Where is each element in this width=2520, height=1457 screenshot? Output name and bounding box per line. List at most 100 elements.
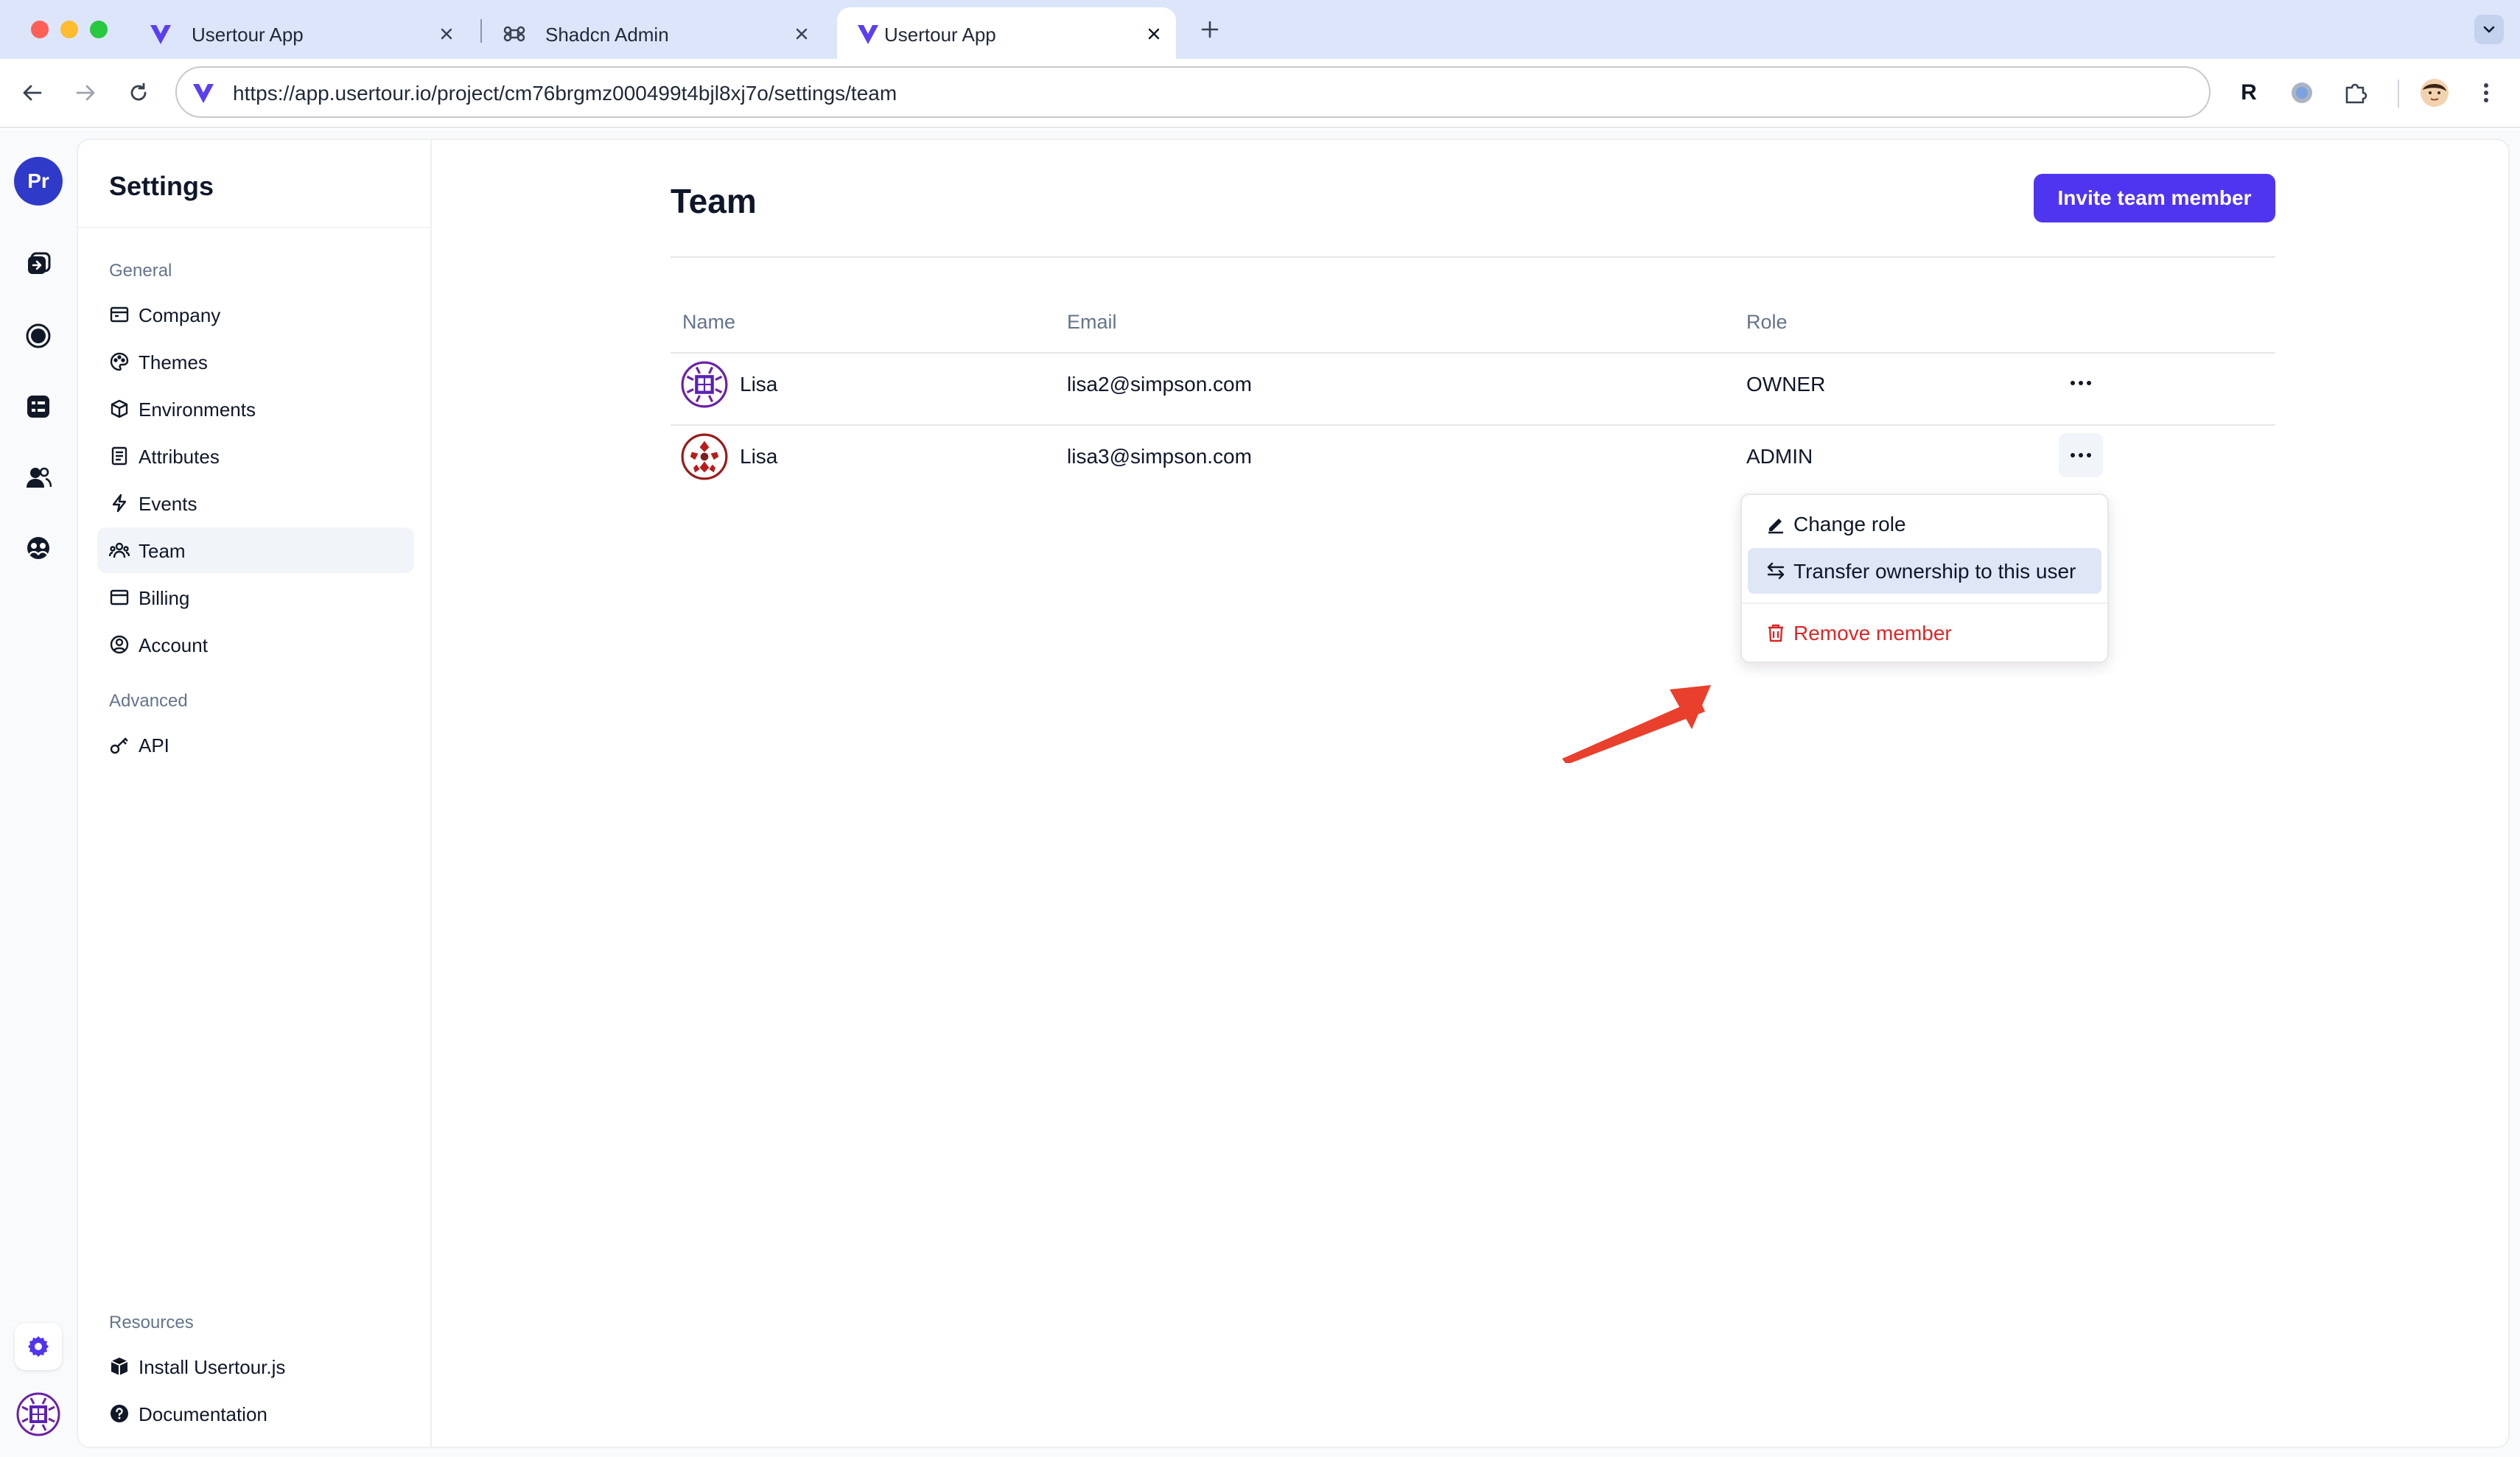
sidebar-item-themes[interactable]: Themes [97, 339, 414, 385]
key-icon [109, 734, 130, 755]
sidebar-item-billing[interactable]: Billing [97, 575, 414, 620]
extension-circle-icon[interactable] [2284, 75, 2320, 110]
settings-title: Settings [109, 171, 214, 201]
address-bar[interactable]: https://app.usertour.io/project/cm76brgm… [175, 66, 2211, 118]
usertour-logo-icon [855, 21, 881, 47]
member-actions-menu: Change role Transfer ownership to this u… [1740, 494, 2109, 663]
card-icon [109, 587, 130, 608]
trash-icon [1765, 622, 1786, 643]
sidebar-item-api[interactable]: API [97, 722, 414, 768]
company-icon [109, 304, 130, 325]
package-icon [109, 1356, 130, 1377]
help-icon [109, 1403, 130, 1424]
sidebar-item-environments[interactable]: Environments [97, 386, 414, 432]
tab-title: Usertour App [192, 24, 304, 46]
column-header-role[interactable]: Role [1746, 311, 1788, 334]
zoom-window-button[interactable] [90, 21, 108, 38]
sidebar-item-label: Attributes [139, 446, 220, 468]
divider [78, 227, 430, 228]
settings-icon[interactable] [15, 1323, 62, 1370]
member-avatar [681, 433, 728, 480]
sidebar-item-install[interactable]: Install Usertour.js [97, 1344, 414, 1389]
close-window-button[interactable] [31, 21, 49, 38]
companies-icon[interactable] [22, 532, 55, 564]
extension-r-label: R [2241, 80, 2257, 105]
pencil-icon [1765, 513, 1786, 534]
flows-icon[interactable] [22, 249, 55, 281]
browser-tab-2[interactable]: Shadcn Admin [483, 7, 822, 59]
app-container: Pr Settings General Company Themes Envir… [0, 130, 2520, 1457]
project-avatar[interactable]: Pr [14, 157, 63, 206]
users-icon[interactable] [22, 461, 55, 494]
browser-tab-1[interactable]: Usertour App [130, 7, 469, 59]
menu-item-label: Change role [1793, 513, 1906, 536]
tab-bar: Usertour App Shadcn Admin Usertour App [0, 0, 2520, 59]
list-icon [109, 446, 130, 466]
profile-avatar-icon[interactable] [2417, 75, 2452, 110]
browser-tab-3-active[interactable]: Usertour App [837, 7, 1176, 59]
minimize-window-button[interactable] [60, 21, 78, 38]
usertour-logo-icon [147, 21, 174, 47]
more-options-icon[interactable] [2059, 433, 2103, 477]
browser-menu-icon[interactable] [2468, 75, 2504, 110]
close-tab-icon[interactable] [1139, 19, 1169, 49]
page-title: Team [671, 182, 757, 220]
sidebar-item-label: Themes [139, 351, 208, 373]
member-avatar [681, 361, 728, 408]
sidebar-item-label: Team [139, 540, 186, 562]
box-icon [109, 399, 130, 419]
sidebar-item-label: Documentation [139, 1403, 267, 1425]
checklists-icon[interactable] [22, 390, 55, 423]
back-arrow-icon[interactable] [15, 75, 50, 110]
menu-item-label: Remove member [1793, 622, 1952, 645]
table-divider [671, 424, 2275, 426]
browser-window: Usertour App Shadcn Admin Usertour App h… [0, 0, 2520, 1457]
sidebar-item-label: Events [139, 493, 197, 515]
sidebar-item-team[interactable]: Team [97, 527, 414, 573]
tab-separator [480, 19, 482, 43]
chevron-down-icon[interactable] [2474, 15, 2504, 44]
sidebar-item-label: Environments [139, 399, 256, 421]
menu-item-remove-member[interactable]: Remove member [1748, 610, 2101, 656]
forward-arrow-icon[interactable] [68, 75, 103, 110]
close-tab-icon[interactable] [787, 19, 816, 49]
command-icon [501, 21, 528, 47]
extensions-puzzle-icon[interactable] [2337, 75, 2373, 110]
invite-team-member-button[interactable]: Invite team member [2034, 174, 2275, 222]
close-tab-icon[interactable] [432, 19, 461, 49]
table-divider [671, 352, 2275, 354]
user-avatar-icon[interactable] [16, 1392, 60, 1436]
usertour-logo-icon [190, 80, 217, 106]
menu-separator [1742, 603, 2107, 604]
column-header-name[interactable]: Name [682, 311, 735, 334]
sidebar-item-label: API [139, 734, 169, 756]
user-circle-icon [109, 634, 130, 655]
member-role: ADMIN [1746, 445, 1813, 468]
menu-item-transfer-ownership[interactable]: Transfer ownership to this user [1748, 548, 2101, 594]
sidebar-item-label: Account [139, 634, 208, 656]
more-options-icon[interactable] [2059, 361, 2103, 405]
column-header-email[interactable]: Email [1067, 311, 1117, 334]
launchers-icon[interactable] [22, 320, 55, 352]
menu-item-change-role[interactable]: Change role [1748, 501, 2101, 547]
settings-panel: Settings General Company Themes Environm… [77, 138, 2510, 1448]
reload-icon[interactable] [121, 75, 156, 110]
url-text: https://app.usertour.io/project/cm76brgm… [233, 82, 897, 105]
settings-sidebar: Settings General Company Themes Environm… [78, 140, 432, 1447]
tab-title: Shadcn Admin [545, 24, 669, 46]
member-name: Lisa [740, 445, 778, 468]
sidebar-item-attributes[interactable]: Attributes [97, 433, 414, 479]
sidebar-item-label: Company [139, 304, 221, 326]
sidebar-item-events[interactable]: Events [97, 480, 414, 526]
sidebar-item-company[interactable]: Company [97, 292, 414, 337]
extension-r[interactable]: R [2231, 75, 2267, 110]
sidebar-item-account[interactable]: Account [97, 622, 414, 667]
bolt-icon [109, 493, 130, 513]
sidebar-item-documentation[interactable]: Documentation [97, 1391, 414, 1436]
new-tab-icon[interactable] [1194, 13, 1226, 46]
team-icon [109, 540, 130, 561]
sidebar-item-label: Billing [139, 587, 190, 609]
menu-item-label: Transfer ownership to this user [1793, 560, 2076, 583]
member-role: OWNER [1746, 373, 1826, 396]
team-content: Team Invite team member Name Email Role … [432, 140, 2508, 1447]
